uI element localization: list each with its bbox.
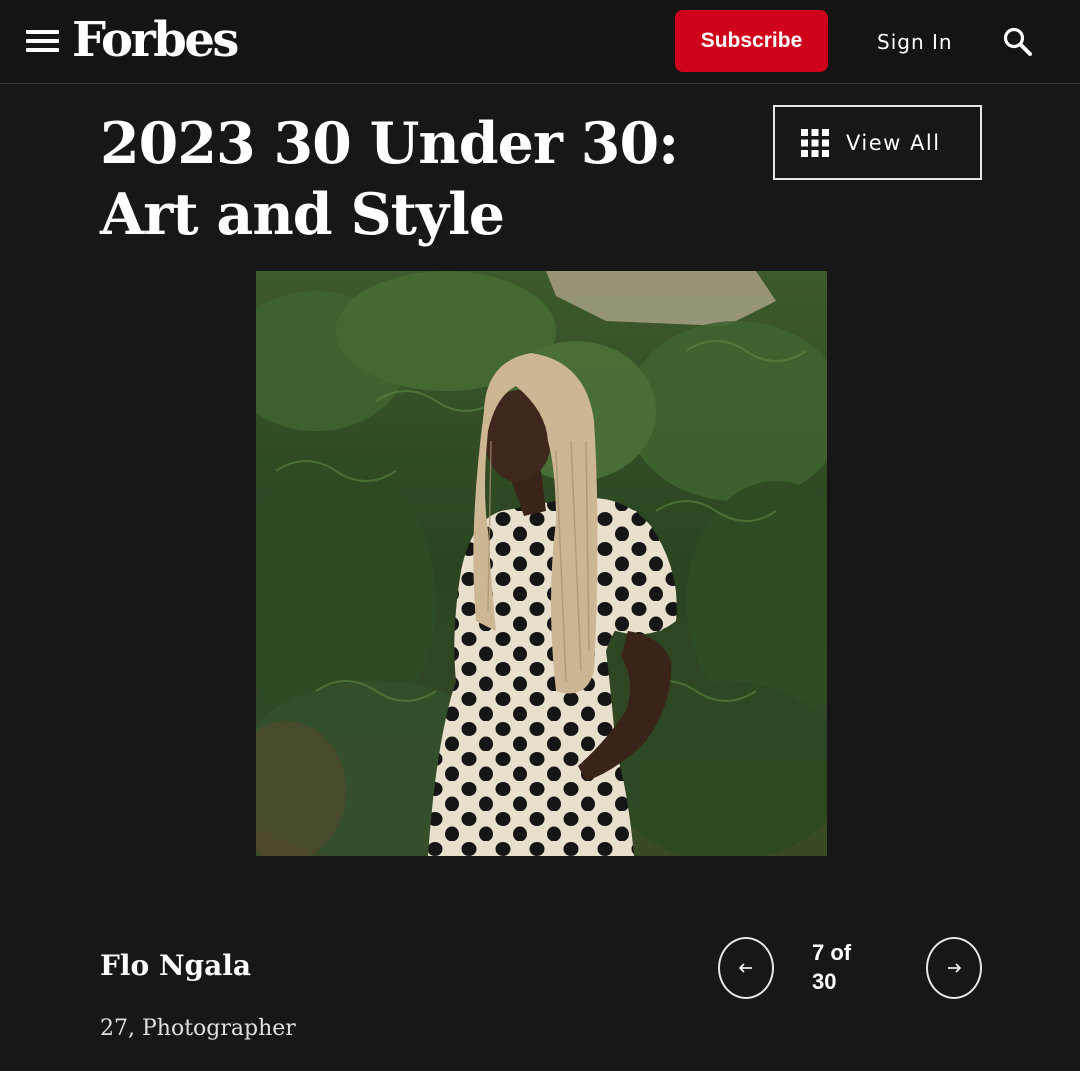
sign-in-link[interactable]: Sign In [877,26,953,58]
subscribe-button[interactable]: Subscribe [675,10,828,72]
top-navigation-bar: Forbes Subscribe Sign In [0,0,1080,84]
arrow-left-icon [738,963,752,973]
arrow-right-icon [948,963,962,973]
next-slide-button[interactable] [926,937,982,999]
view-all-label: View All [846,130,941,155]
portrait-photo [256,271,827,856]
search-icon[interactable] [1002,26,1034,58]
slide-counter-current: 7 of [812,940,852,965]
view-all-button[interactable]: View All [773,105,982,180]
forbes-logo[interactable]: Forbes [72,8,239,72]
person-description: 27, Photographer [100,1016,296,1041]
grid-icon [801,128,829,157]
slide-counter: 7 of 30 [812,938,892,996]
gallery-title: 2023 30 Under 30: Art and Style [100,110,679,248]
person-name: Flo Ngala [100,949,252,982]
menu-icon[interactable] [26,28,60,54]
previous-slide-button[interactable] [718,937,774,999]
slide-counter-total: 30 [812,969,837,994]
